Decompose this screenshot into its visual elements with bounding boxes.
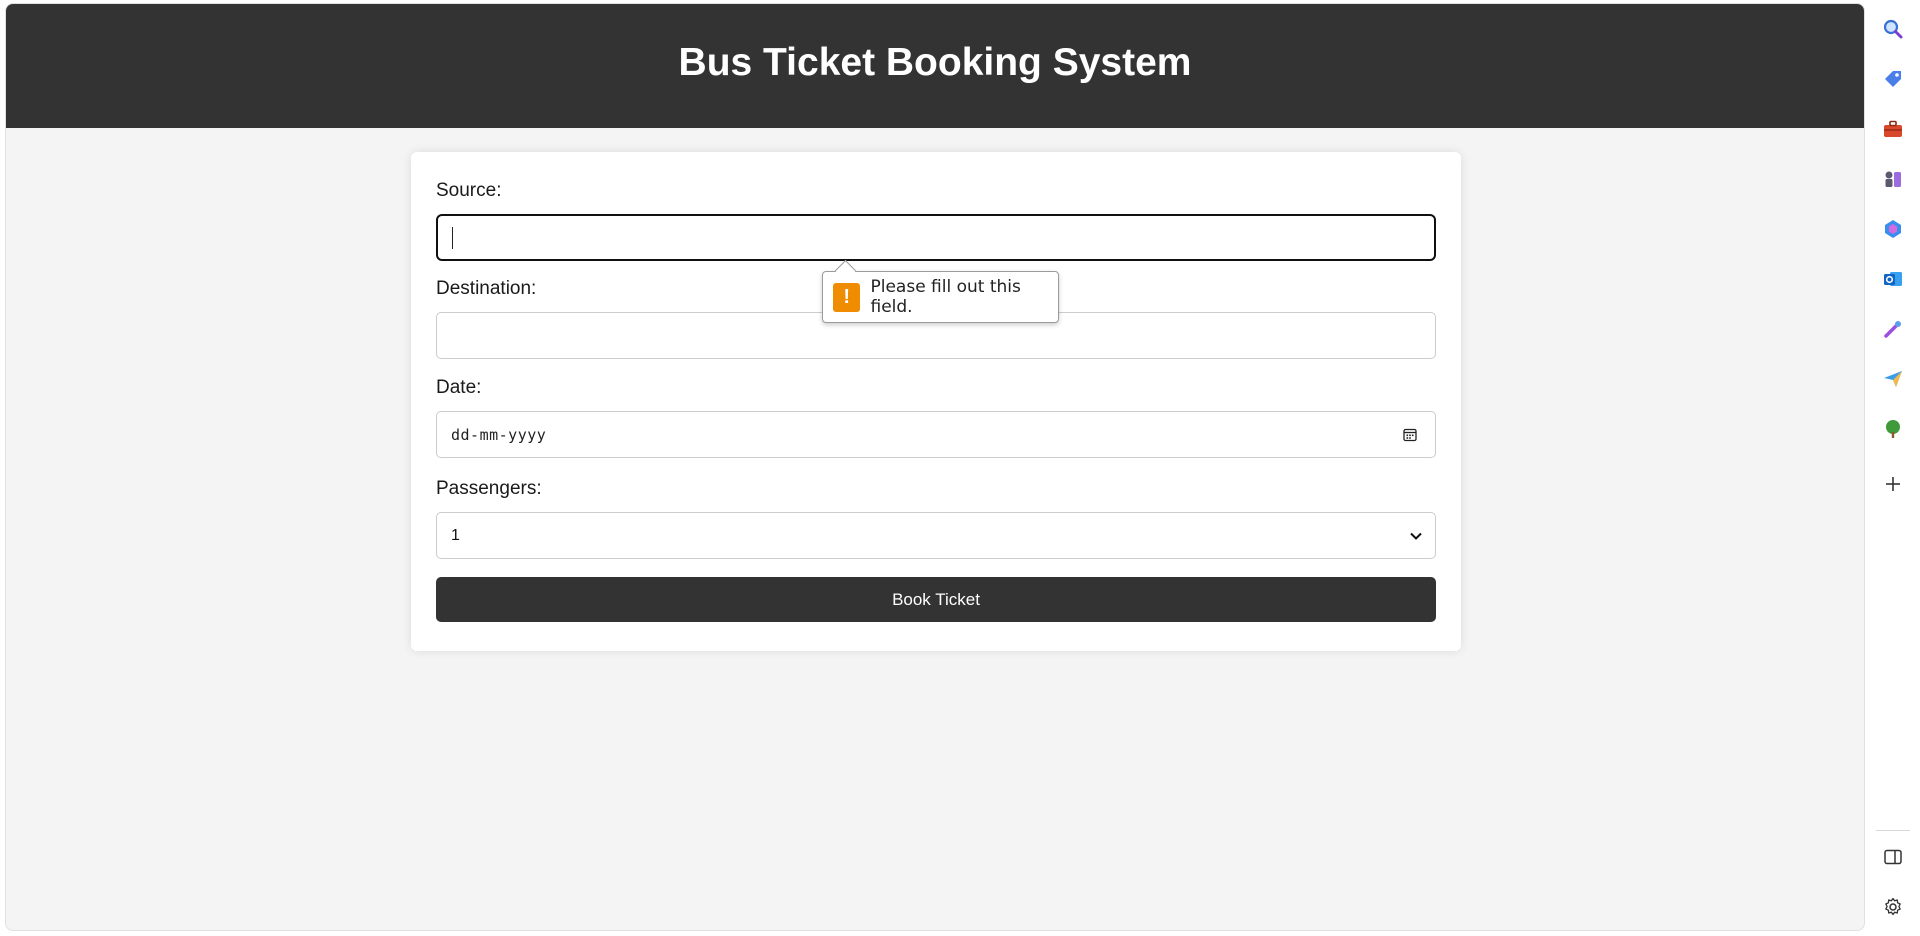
browser-sidebar <box>1866 0 1920 936</box>
chess-icon[interactable] <box>1881 167 1905 191</box>
send-icon[interactable] <box>1881 367 1905 391</box>
date-input[interactable]: dd-mm-yyyy <box>436 411 1436 458</box>
date-placeholder: dd-mm-yyyy <box>451 425 547 444</box>
add-icon[interactable] <box>1881 472 1905 496</box>
warning-icon: ! <box>833 282 861 312</box>
outlook-icon[interactable] <box>1881 267 1905 291</box>
passengers-selected: 1 <box>451 526 460 544</box>
briefcase-icon[interactable] <box>1881 117 1905 141</box>
search-icon[interactable] <box>1881 17 1905 41</box>
passengers-label: Passengers: <box>436 478 542 499</box>
source-input[interactable] <box>436 214 1436 261</box>
text-caret <box>452 226 453 249</box>
copilot-icon[interactable] <box>1881 217 1905 241</box>
booking-form: Source: Destination: Date: dd-mm-yyyy Pa… <box>411 152 1461 651</box>
validation-tooltip: ! Please fill out this field. <box>822 271 1059 323</box>
source-label: Source: <box>436 180 502 201</box>
page-title: Bus Ticket Booking System <box>678 41 1192 84</box>
tree-icon[interactable] <box>1881 417 1905 441</box>
settings-icon[interactable] <box>1881 895 1905 919</box>
tag-icon[interactable] <box>1881 67 1905 91</box>
app-header: Bus Ticket Booking System <box>6 4 1864 128</box>
book-ticket-button[interactable]: Book Ticket <box>436 577 1436 622</box>
magic-icon[interactable] <box>1881 317 1905 341</box>
sidebar-divider <box>1876 830 1910 831</box>
panel-icon[interactable] <box>1881 845 1905 869</box>
passengers-select[interactable]: 1 <box>436 512 1436 559</box>
date-label: Date: <box>436 377 482 398</box>
browser-viewport: Bus Ticket Booking System Source: Destin… <box>5 3 1865 931</box>
calendar-icon[interactable] <box>1403 428 1417 442</box>
chevron-down-icon <box>1410 532 1422 540</box>
destination-label: Destination: <box>436 278 537 299</box>
validation-message: Please fill out this field. <box>870 277 1021 317</box>
